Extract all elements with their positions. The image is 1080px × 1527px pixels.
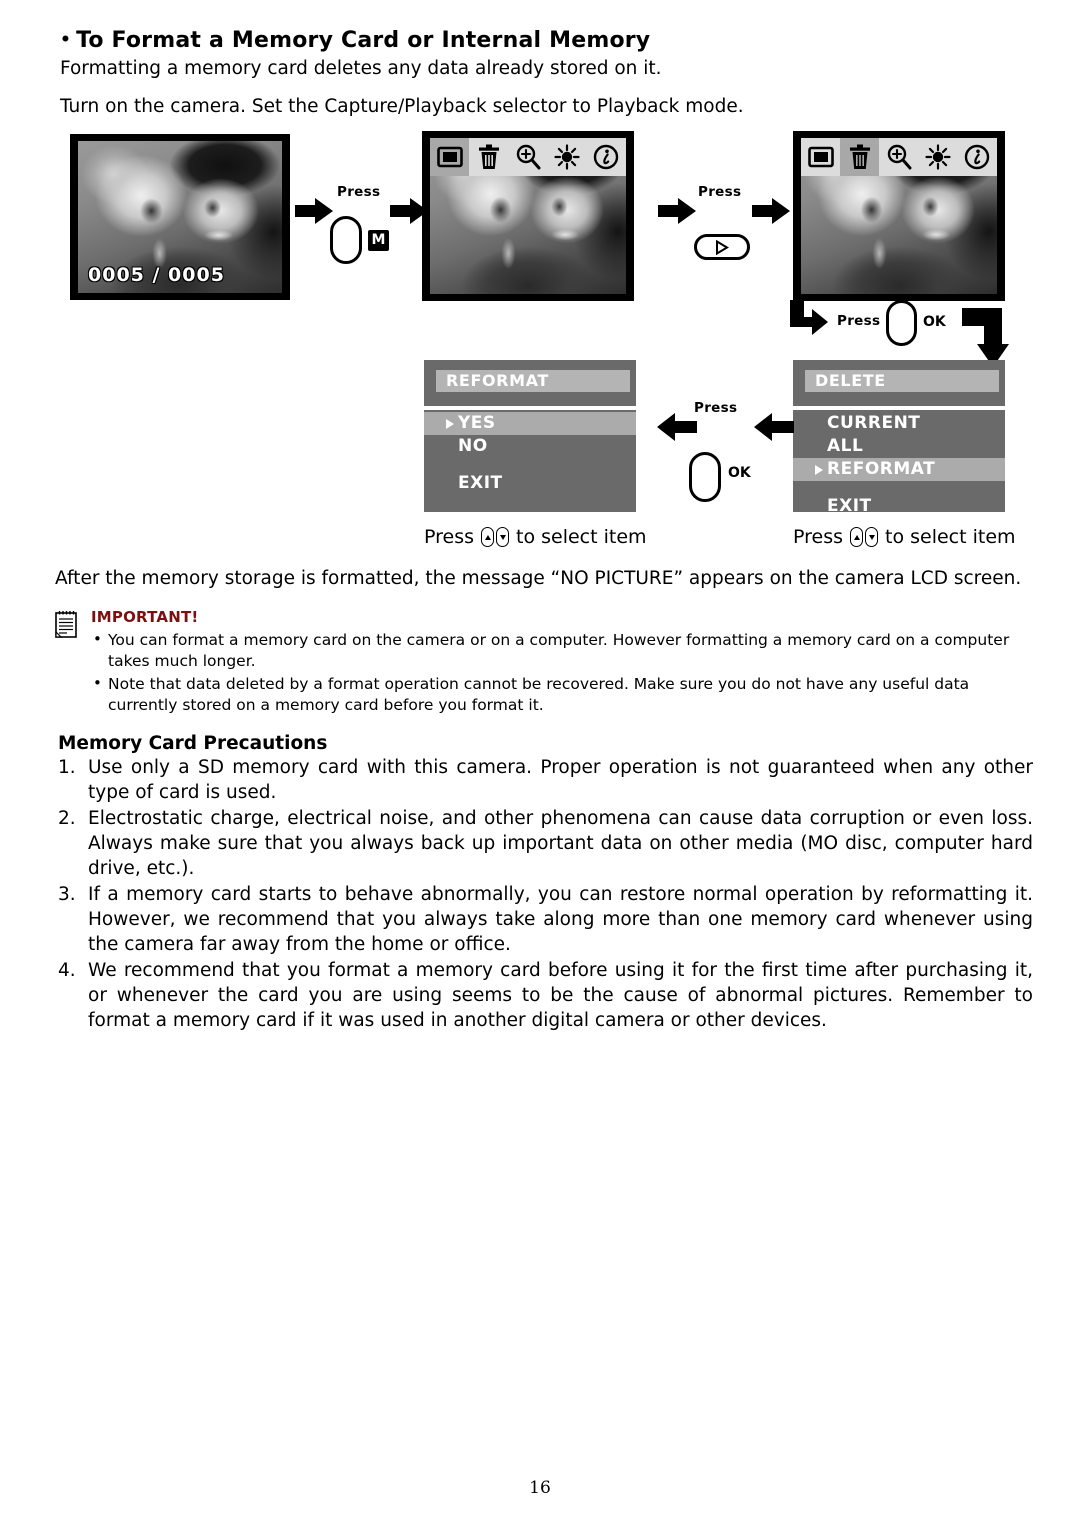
press-label-1: Press — [337, 184, 381, 200]
zoom-in-icon[interactable] — [879, 138, 918, 176]
delete-menu-title: DELETE — [805, 370, 999, 392]
lcd-1-screen-area: 0005 / 0005 — [78, 141, 282, 293]
page-title-text: To Format a Memory Card or Internal Memo… — [76, 28, 651, 53]
flow-arrow-right-4 — [752, 198, 790, 224]
important-heading: IMPORTANT! — [91, 608, 199, 626]
ok-button-1[interactable] — [886, 300, 917, 346]
info-icon[interactable] — [587, 138, 626, 176]
precaution-text: We recommend that you format a memory ca… — [88, 960, 1033, 1031]
mode-key-label: M — [368, 230, 389, 251]
brightness-icon[interactable] — [548, 138, 587, 176]
important-bullet-item: Note that data deleted by a format opera… — [55, 673, 1035, 716]
ok-label-2: OK — [728, 465, 751, 481]
up-key-icon[interactable] — [850, 527, 864, 547]
important-section: IMPORTANT! You can format a memory card … — [55, 608, 1035, 718]
document-page: • To Format a Memory Card or Internal Mem… — [0, 0, 1080, 1527]
delete-menu-divider — [793, 406, 1005, 410]
info-icon[interactable] — [958, 138, 997, 176]
precaution-item: 4. We recommend that you format a memory… — [58, 958, 1033, 1033]
reformat-menu: REFORMAT YES NO EXIT — [424, 360, 636, 512]
down-key-icon[interactable] — [496, 527, 510, 547]
press-label-2: Press — [698, 184, 742, 200]
important-bullet-list: You can format a memory card on the came… — [55, 629, 1035, 716]
ok-button-2[interactable] — [689, 452, 721, 502]
precaution-item: 3. If a memory card starts to behave abn… — [58, 882, 1033, 957]
reformat-menu-item-no[interactable]: NO — [424, 435, 636, 458]
playback-button[interactable] — [694, 234, 750, 260]
caption-press-left: Press — [424, 526, 475, 548]
after-format-note: After the memory storage is formatted, t… — [55, 568, 1022, 589]
precautions-list: 1. Use only a SD memory card with this c… — [58, 755, 1033, 1034]
trash-icon[interactable] — [840, 138, 880, 176]
delete-menu: DELETE CURRENT ALL REFORMAT EXIT — [793, 360, 1005, 516]
flow-arrow-left-2 — [657, 413, 697, 441]
caption-rest-right: to select item — [885, 526, 1016, 548]
lcd-2-screen-area — [430, 138, 626, 294]
press-label-4: Press — [694, 400, 738, 416]
up-key-icon[interactable] — [481, 527, 495, 547]
delete-menu-items: CURRENT ALL REFORMAT EXIT — [793, 412, 1005, 518]
precaution-item: 1. Use only a SD memory card with this c… — [58, 755, 1033, 805]
lcd-3-icon-bar — [801, 138, 997, 176]
lcd-screen-1: 0005 / 0005 — [70, 134, 290, 300]
reformat-menu-item-exit[interactable]: EXIT — [424, 472, 636, 495]
mode-button-1[interactable] — [330, 216, 362, 264]
reformat-menu-divider — [424, 406, 636, 410]
delete-menu-item-reformat[interactable]: REFORMAT — [793, 458, 1005, 481]
updown-keys-right — [850, 527, 879, 547]
caption-rest-left: to select item — [516, 526, 647, 548]
precaution-text: Use only a SD memory card with this came… — [88, 757, 1033, 803]
ok-label-1: OK — [923, 314, 946, 330]
select-item-caption-right: Press to select item — [793, 526, 1016, 548]
updown-keys-left — [481, 527, 510, 547]
precaution-number: 2. — [58, 808, 76, 829]
precaution-number: 4. — [58, 960, 76, 981]
press-label-3: Press — [837, 313, 881, 329]
lcd-screen-3 — [793, 131, 1005, 301]
lcd-3-screen-area — [801, 138, 997, 294]
flow-arrow-right-3 — [658, 198, 696, 224]
flow-arrow-right-1 — [295, 198, 333, 224]
lcd-2-icon-bar — [430, 138, 626, 176]
play-icon — [716, 239, 729, 255]
precautions-title: Memory Card Precautions — [58, 733, 328, 754]
page-title: • To Format a Memory Card or Internal Mem… — [60, 28, 650, 53]
zoom-in-icon[interactable] — [508, 138, 547, 176]
image-counter: 0005 / 0005 — [88, 264, 225, 286]
caption-press-right: Press — [793, 526, 844, 548]
precaution-number: 3. — [58, 884, 76, 905]
select-item-caption-left: Press to select item — [424, 526, 647, 548]
reformat-menu-items: YES NO EXIT — [424, 412, 636, 495]
delete-menu-item-current[interactable]: CURRENT — [793, 412, 1005, 435]
precaution-item: 2. Electrostatic charge, electrical nois… — [58, 806, 1033, 881]
delete-menu-item-exit[interactable]: EXIT — [793, 495, 1005, 518]
flow-arrow-elbow-down-right — [790, 300, 828, 335]
brightness-icon[interactable] — [919, 138, 958, 176]
display-icon[interactable] — [430, 138, 470, 176]
intro-line-2: Turn on the camera. Set the Capture/Play… — [60, 96, 744, 117]
important-bullet-item: You can format a memory card on the came… — [55, 629, 1035, 672]
down-key-icon[interactable] — [865, 527, 879, 547]
lcd-screen-2 — [422, 131, 634, 301]
reformat-menu-title: REFORMAT — [436, 370, 630, 392]
flow-arrow-left-1 — [754, 413, 794, 441]
precaution-text: If a memory card starts to behave abnorm… — [88, 884, 1033, 955]
intro-line-1: Formatting a memory card deletes any dat… — [60, 58, 662, 79]
precaution-text: Electrostatic charge, electrical noise, … — [88, 808, 1033, 879]
delete-menu-item-all[interactable]: ALL — [793, 435, 1005, 458]
display-icon[interactable] — [801, 138, 840, 176]
precaution-number: 1. — [58, 757, 76, 778]
reformat-menu-item-yes[interactable]: YES — [424, 412, 636, 435]
title-bullet-icon: • — [60, 30, 72, 50]
trash-icon[interactable] — [469, 138, 508, 176]
page-number: 16 — [529, 1478, 551, 1498]
